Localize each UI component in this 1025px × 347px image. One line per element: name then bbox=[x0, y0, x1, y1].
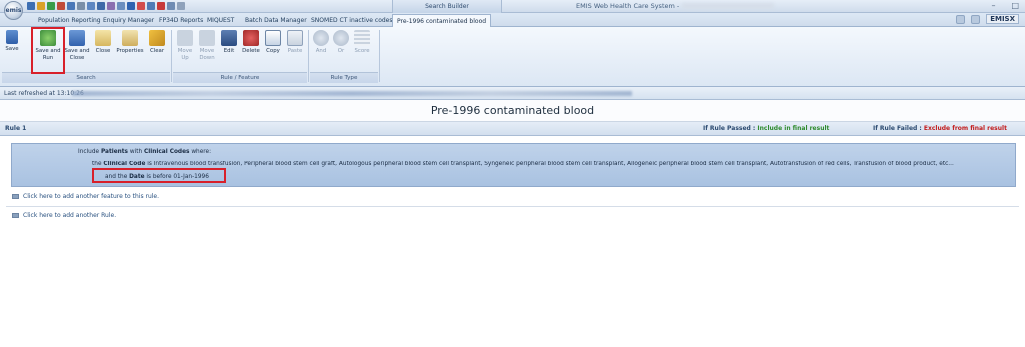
tab-batch-data-manager[interactable]: Batch Data Manager bbox=[241, 14, 311, 27]
add-feature-icon bbox=[12, 194, 19, 199]
search-builder-context-tab: Search Builder bbox=[392, 0, 502, 13]
save-and-close-button[interactable]: Save and Close bbox=[64, 30, 90, 61]
properties-icon bbox=[122, 30, 138, 46]
ribbon-separator bbox=[171, 30, 172, 82]
quick-calendar-icon[interactable] bbox=[87, 2, 95, 10]
edit-grid-icon bbox=[221, 30, 237, 46]
add-feature-link[interactable]: Click here to add another feature to thi… bbox=[12, 193, 159, 200]
quick-flag-icon[interactable] bbox=[157, 2, 165, 10]
save-button[interactable]: Save bbox=[5, 30, 19, 53]
module-tabs: Population Reporting Enquiry Manager FP3… bbox=[0, 13, 1025, 27]
save-and-close-icon bbox=[69, 30, 85, 46]
tab-fp34d-reports[interactable]: FP34D Reports bbox=[155, 14, 207, 27]
date-criterion-highlight bbox=[92, 168, 226, 183]
quick-save-icon[interactable] bbox=[27, 2, 35, 10]
quick-tools-icon[interactable] bbox=[107, 2, 115, 10]
window-title: EMIS Web Health Care System - bbox=[576, 0, 775, 13]
ribbon-group-rule-feature: Rule / Feature bbox=[173, 72, 307, 83]
quick-access-toolbar bbox=[27, 2, 185, 11]
quick-report-icon[interactable] bbox=[67, 2, 75, 10]
move-down-icon bbox=[199, 30, 215, 46]
ribbon-group-rule-type: Rule Type bbox=[310, 72, 378, 83]
emis-logo[interactable]: emis bbox=[4, 1, 23, 20]
close-button[interactable]: Close bbox=[94, 30, 112, 55]
ribbon-separator bbox=[308, 30, 309, 82]
emisx-brand[interactable]: EMISX bbox=[986, 14, 1019, 24]
or-icon bbox=[333, 30, 349, 46]
delete-scissors-icon bbox=[243, 30, 259, 46]
search-title: Pre-1996 contaminated blood bbox=[0, 100, 1025, 122]
quick-window-icon[interactable] bbox=[167, 2, 175, 10]
divider bbox=[6, 206, 1019, 207]
ribbon-separator bbox=[379, 30, 380, 82]
and-icon bbox=[313, 30, 329, 46]
close-icon bbox=[95, 30, 111, 46]
add-rule-icon bbox=[12, 213, 19, 218]
rule-passed-action[interactable]: If Rule Passed : Include in final result bbox=[703, 122, 829, 136]
move-up-icon bbox=[177, 30, 193, 46]
move-up-button[interactable]: Move Up bbox=[176, 30, 194, 61]
paste-icon bbox=[287, 30, 303, 46]
tab-miquest[interactable]: MIQUEST bbox=[203, 14, 238, 27]
delete-button[interactable]: Delete bbox=[240, 30, 262, 55]
properties-button[interactable]: Properties bbox=[114, 30, 146, 55]
quick-pencil-icon[interactable] bbox=[47, 2, 55, 10]
rule-line-clinical-code[interactable]: the Clinical Code is Intravenous blood t… bbox=[92, 161, 1007, 167]
title-bar: emis Search Builder EMIS Web Health Care… bbox=[0, 0, 1025, 20]
quick-people-icon[interactable] bbox=[57, 2, 65, 10]
window-controls: – □ bbox=[991, 1, 1019, 10]
save-icon bbox=[6, 30, 18, 44]
save-and-run-highlight bbox=[31, 27, 65, 74]
and-button[interactable]: And bbox=[313, 30, 329, 55]
quick-edit-icon[interactable] bbox=[137, 2, 145, 10]
tab-enquiry-manager[interactable]: Enquiry Manager bbox=[99, 14, 158, 27]
tab-population-reporting[interactable]: Population Reporting bbox=[34, 14, 105, 27]
rule-failed-action[interactable]: If Rule Failed : Exclude from final resu… bbox=[873, 122, 1007, 136]
maximize-button[interactable]: □ bbox=[1011, 1, 1019, 10]
score-list-icon bbox=[354, 30, 370, 46]
score-button[interactable]: Score bbox=[352, 30, 372, 55]
quick-grid-icon[interactable] bbox=[77, 2, 85, 10]
or-button[interactable]: Or bbox=[333, 30, 349, 55]
quick-menu-icon[interactable] bbox=[177, 2, 185, 10]
quick-refresh-icon[interactable] bbox=[37, 2, 45, 10]
copy-icon bbox=[265, 30, 281, 46]
help-icon[interactable] bbox=[971, 14, 981, 24]
rule-line-include: Include Patients with Clinical Codes whe… bbox=[78, 149, 212, 155]
quick-chart-icon[interactable] bbox=[97, 2, 105, 10]
rule-name: Rule 1 bbox=[5, 125, 27, 132]
redacted-counts bbox=[72, 91, 632, 96]
move-down-button[interactable]: Move Down bbox=[198, 30, 216, 61]
tab-pre-1996-contaminated-blood[interactable]: Pre-1996 contaminated blood bbox=[392, 14, 492, 27]
edit-button[interactable]: Edit bbox=[221, 30, 237, 55]
add-rule-link[interactable]: Click here to add another Rule. bbox=[12, 212, 116, 219]
quick-list-icon[interactable] bbox=[147, 2, 155, 10]
ribbon-group-search: Search bbox=[2, 72, 170, 83]
rule-feature-panel[interactable]: Include Patients with Clinical Codes whe… bbox=[11, 143, 1016, 187]
tabs-right-tools: EMISX bbox=[956, 14, 1019, 24]
tab-snomed-ct-inactive-codes[interactable]: SNOMED CT inactive codes bbox=[307, 14, 397, 27]
quick-doc-icon[interactable] bbox=[117, 2, 125, 10]
quick-info-icon[interactable] bbox=[127, 2, 135, 10]
rule-header: Rule 1 If Rule Passed : Include in final… bbox=[0, 122, 1025, 136]
copy-button[interactable]: Copy bbox=[264, 30, 282, 55]
status-bar: Last refreshed at 13:10:26 bbox=[0, 87, 1025, 100]
paste-button[interactable]: Paste bbox=[286, 30, 304, 55]
clear-button[interactable]: Clear bbox=[148, 30, 166, 55]
minimize-button[interactable]: – bbox=[991, 1, 995, 10]
ribbon: Save Save and Run Save and Close Close P… bbox=[0, 27, 1025, 105]
empty-content-area bbox=[0, 240, 1025, 347]
restore-icon[interactable] bbox=[956, 14, 966, 24]
eraser-icon bbox=[149, 30, 165, 46]
